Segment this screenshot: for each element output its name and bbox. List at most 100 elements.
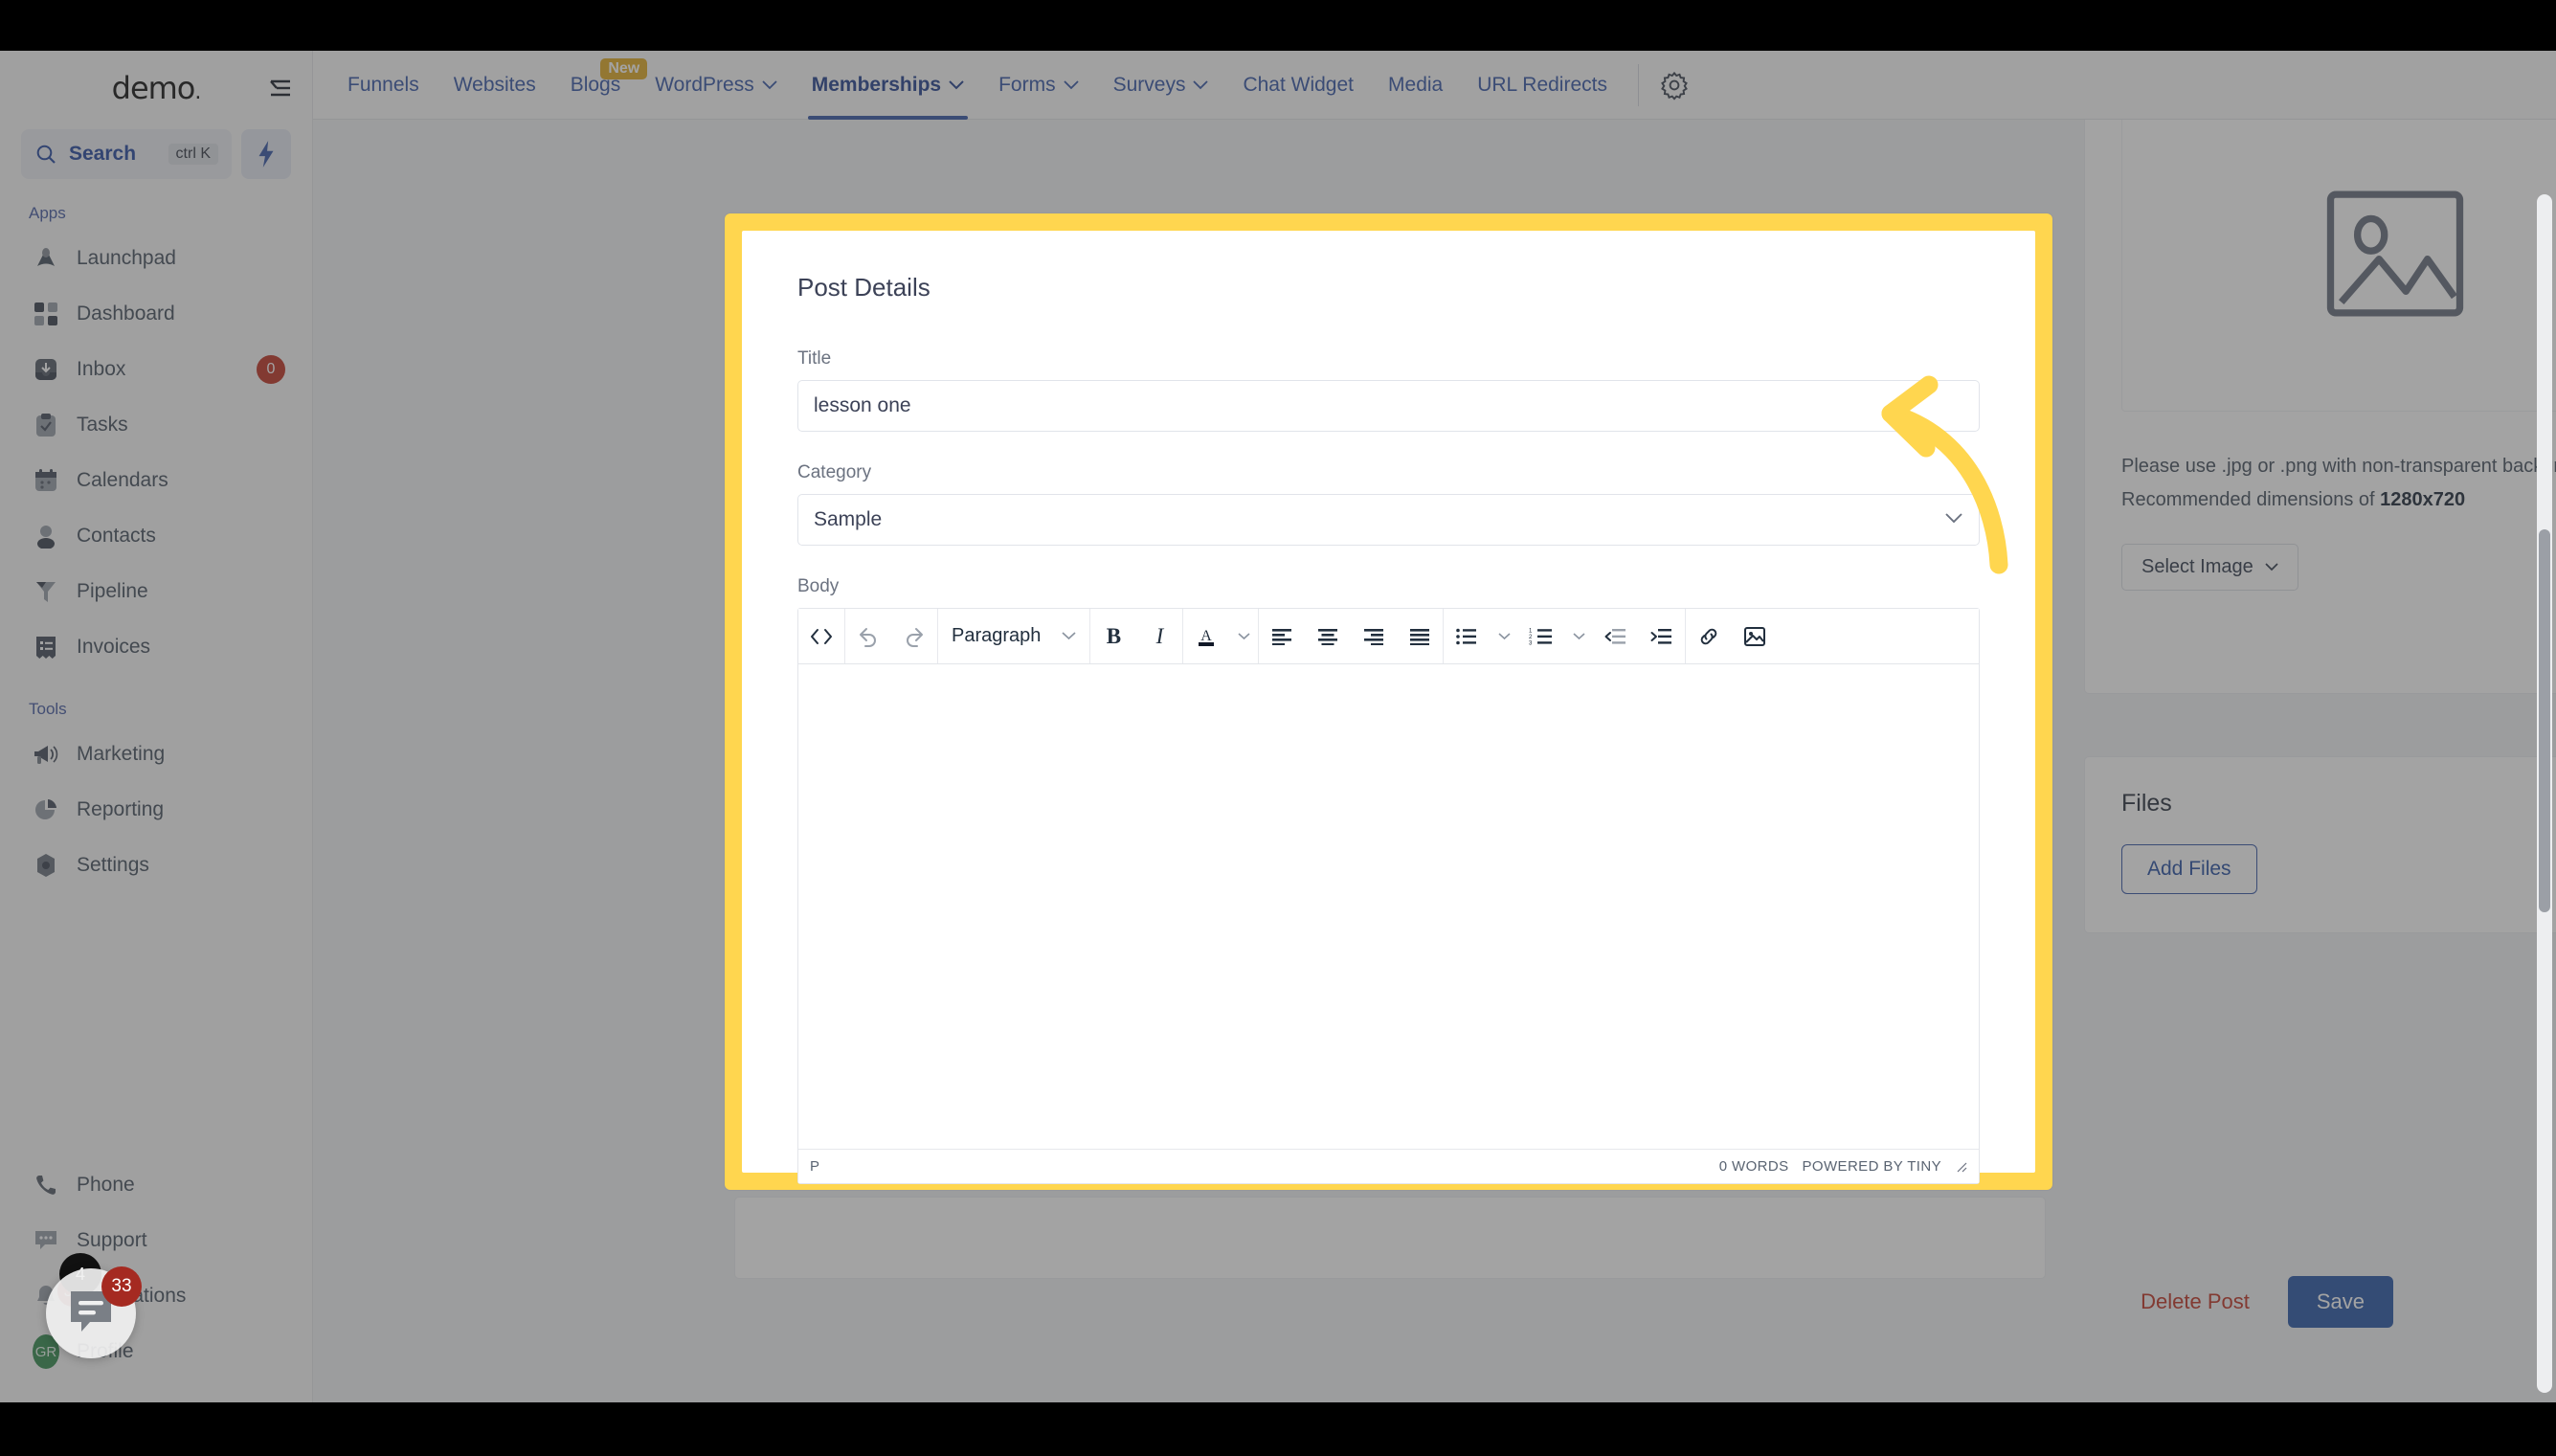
page-scrollbar-track[interactable] (2537, 194, 2552, 1393)
contacts-icon (33, 523, 59, 549)
indent-icon[interactable] (1639, 610, 1685, 663)
format-select-value: Paragraph (952, 625, 1042, 646)
link-icon[interactable] (1686, 610, 1732, 663)
nav-item-label: Media (1388, 73, 1444, 96)
page-scrollbar-thumb[interactable] (2539, 529, 2550, 912)
sidebar-item-support[interactable]: Support (0, 1213, 312, 1268)
editor-status-bar: P 0 WORDS POWERED BY TINY (798, 1149, 1979, 1183)
sidebar-item-label: Pipeline (77, 580, 148, 602)
featured-image-panel: Please use .jpg or .png with non-transpa… (2084, 120, 2556, 694)
sidebar-collapse-icon[interactable] (264, 72, 297, 104)
image-hint-prefix: Recommended dimensions of (2121, 489, 2381, 510)
category-label: Category (797, 462, 872, 482)
image-hint-dimensions: 1280x720 (2380, 489, 2466, 510)
image-placeholder[interactable] (2121, 120, 2556, 412)
form-actions: Delete Post Save (2141, 1276, 2393, 1328)
format-select[interactable]: Paragraph (938, 610, 1089, 663)
sidebar-item-settings[interactable]: Settings (0, 838, 312, 893)
undo-icon[interactable] (845, 610, 891, 663)
numbered-list-icon[interactable]: 123 (1518, 610, 1564, 663)
sidebar-item-marketing[interactable]: Marketing (0, 727, 312, 782)
search-shortcut-badge: ctrl K (168, 144, 218, 165)
title-input[interactable] (797, 380, 1980, 432)
sidebar-item-profile[interactable]: GR Profile (0, 1324, 312, 1379)
settings-gear-icon[interactable] (1652, 63, 1696, 107)
select-image-button[interactable]: Select Image (2121, 544, 2298, 591)
chat-widget-badge: 33 (101, 1266, 142, 1307)
bullet-list-icon[interactable] (1444, 610, 1490, 663)
nav-item-blogs[interactable]: Blogs New (553, 51, 648, 120)
nav-item-funnels[interactable]: Funnels (330, 51, 437, 120)
phone-icon (33, 1172, 59, 1198)
sidebar-item-inbox[interactable]: Inbox 0 (0, 342, 312, 397)
sidebar-item-tasks[interactable]: Tasks (0, 397, 312, 453)
nav-item-websites[interactable]: Websites (437, 51, 553, 120)
toolbar-group-align (1259, 609, 1445, 663)
nav-item-chat-widget[interactable]: Chat Widget (1225, 51, 1371, 120)
chevron-down-icon (2265, 563, 2278, 571)
align-justify-icon[interactable] (1397, 610, 1443, 663)
calendar-icon (33, 467, 59, 494)
sidebar-item-phone[interactable]: Phone (0, 1157, 312, 1213)
align-right-icon[interactable] (1351, 610, 1397, 663)
text-color-chevron-down-icon[interactable] (1229, 610, 1258, 663)
sidebar-item-label: Marketing (77, 743, 166, 765)
category-select-wrap (797, 494, 1980, 546)
left-sidebar: demo. Search ctrl K Apps Launchpad Dashb… (0, 51, 313, 1402)
sidebar-item-pipeline[interactable]: Pipeline (0, 564, 312, 619)
search-input[interactable]: Search ctrl K (21, 129, 232, 179)
sidebar-item-reporting[interactable]: Reporting (0, 782, 312, 838)
nav-item-label: Websites (453, 73, 536, 96)
files-panel-title: Files (2121, 790, 2172, 817)
italic-icon[interactable]: I (1136, 610, 1182, 663)
sidebar-bottom: Phone Support 33 Notifications GR Pro (0, 1157, 312, 1402)
nav-item-url-redirects[interactable]: URL Redirects (1460, 51, 1625, 120)
redo-icon[interactable] (891, 610, 937, 663)
chat-widget-launcher[interactable]: 33 (46, 1266, 142, 1358)
brand-logo: demo. (112, 70, 202, 106)
align-center-icon[interactable] (1305, 610, 1351, 663)
svg-text:A: A (1201, 628, 1213, 644)
word-count: 0 WORDS (1718, 1158, 1789, 1175)
nav-item-memberships[interactable]: Memberships (795, 51, 981, 120)
sidebar-item-invoices[interactable]: Invoices (0, 619, 312, 675)
outdent-icon[interactable] (1593, 610, 1639, 663)
numbered-list-chevron-down-icon[interactable] (1564, 610, 1593, 663)
align-left-icon[interactable] (1259, 610, 1305, 663)
image-icon[interactable] (1732, 610, 1778, 663)
category-select[interactable] (797, 494, 1980, 546)
chevron-down-icon (1062, 632, 1076, 640)
editor-body[interactable] (798, 664, 1979, 1149)
sidebar-item-launchpad[interactable]: Launchpad (0, 231, 312, 286)
nav-item-surveys[interactable]: Surveys (1096, 51, 1226, 120)
quick-actions-button[interactable] (241, 129, 291, 179)
sidebar-item-contacts[interactable]: Contacts (0, 508, 312, 564)
sidebar-item-label: Settings (77, 854, 149, 876)
text-color-icon[interactable]: A (1183, 610, 1229, 663)
bold-icon[interactable]: B (1090, 610, 1136, 663)
sidebar-item-calendars[interactable]: Calendars (0, 453, 312, 508)
search-label: Search (69, 143, 137, 165)
nav-item-forms[interactable]: Forms (981, 51, 1096, 120)
sidebar-item-label: Tasks (77, 414, 128, 436)
nav-item-media[interactable]: Media (1371, 51, 1460, 120)
sidebar-top: demo. Search ctrl K Apps Launchpad Dashb… (0, 51, 312, 893)
toolbar-group-source (798, 609, 845, 663)
save-button[interactable]: Save (2287, 1276, 2393, 1328)
nav-item-wordpress[interactable]: WordPress (638, 51, 794, 120)
nav-item-label: Surveys (1112, 73, 1186, 96)
sidebar-item-label: Support (77, 1229, 147, 1251)
delete-post-button[interactable]: Delete Post (2141, 1289, 2250, 1314)
source-code-icon[interactable] (798, 610, 844, 663)
sidebar-item-dashboard[interactable]: Dashboard (0, 286, 312, 342)
sidebar-item-label: Inbox (77, 358, 126, 380)
category-field-block: Category (797, 462, 1980, 546)
svg-text:3: 3 (1529, 640, 1533, 645)
chevron-down-icon (762, 79, 777, 89)
add-files-button[interactable]: Add Files (2121, 844, 2257, 894)
launchpad-icon (33, 245, 59, 272)
resize-handle-icon[interactable] (1955, 1160, 1967, 1173)
bullet-list-chevron-down-icon[interactable] (1490, 610, 1518, 663)
pie-chart-icon (33, 796, 59, 823)
toolbar-group-insert (1686, 609, 1778, 663)
